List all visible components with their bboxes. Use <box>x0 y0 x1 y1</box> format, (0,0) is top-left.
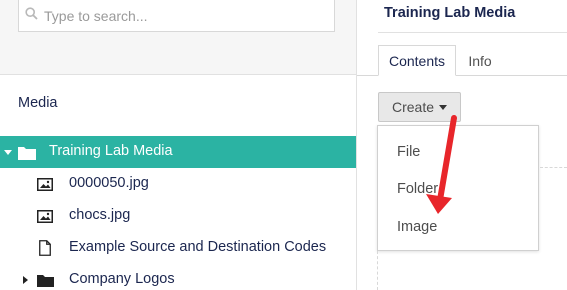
tree-item-label: chocs.jpg <box>69 207 131 223</box>
tree-item-document[interactable]: Example Source and Destination Codes <box>0 232 356 264</box>
tree-item-company-logos[interactable]: Company Logos <box>0 264 356 290</box>
tree-item-label: Training Lab Media <box>49 143 173 159</box>
tree-header: Media <box>18 95 58 111</box>
create-button[interactable]: Create <box>378 92 461 122</box>
panel-divider <box>356 0 357 290</box>
drop-zone-border <box>377 251 378 290</box>
image-icon <box>37 178 53 195</box>
search-box[interactable] <box>18 0 335 32</box>
folder-icon <box>37 273 54 290</box>
expand-caret-icon[interactable] <box>23 276 28 284</box>
tree-item-label: 0000050.jpg <box>69 175 149 191</box>
tab-info[interactable]: Info <box>459 45 501 76</box>
menu-item-image[interactable]: Image <box>397 219 437 235</box>
chevron-down-icon <box>439 104 448 110</box>
image-icon <box>37 210 53 227</box>
create-button-label: Create <box>392 99 435 115</box>
tree-item-label: Example Source and Destination Codes <box>69 239 327 255</box>
expand-caret-icon[interactable] <box>4 150 12 155</box>
title-underline <box>378 32 567 33</box>
folder-icon <box>18 145 36 164</box>
search-area <box>0 0 356 75</box>
search-icon <box>25 6 44 25</box>
tree-item-image[interactable]: chocs.jpg <box>0 200 356 232</box>
tree-item-training-lab-media[interactable]: Training Lab Media <box>0 136 356 168</box>
tree-item-image[interactable]: 0000050.jpg <box>0 168 356 200</box>
page-title: Training Lab Media <box>384 5 516 21</box>
create-menu: File Folder Image <box>377 125 539 251</box>
menu-item-file[interactable]: File <box>397 144 420 160</box>
drop-zone-border <box>540 167 567 168</box>
menu-item-folder[interactable]: Folder <box>397 181 438 197</box>
tree-item-label: Company Logos <box>69 271 175 287</box>
tab-contents[interactable]: Contents <box>378 45 456 76</box>
document-icon <box>39 240 51 260</box>
search-input[interactable] <box>44 7 324 24</box>
